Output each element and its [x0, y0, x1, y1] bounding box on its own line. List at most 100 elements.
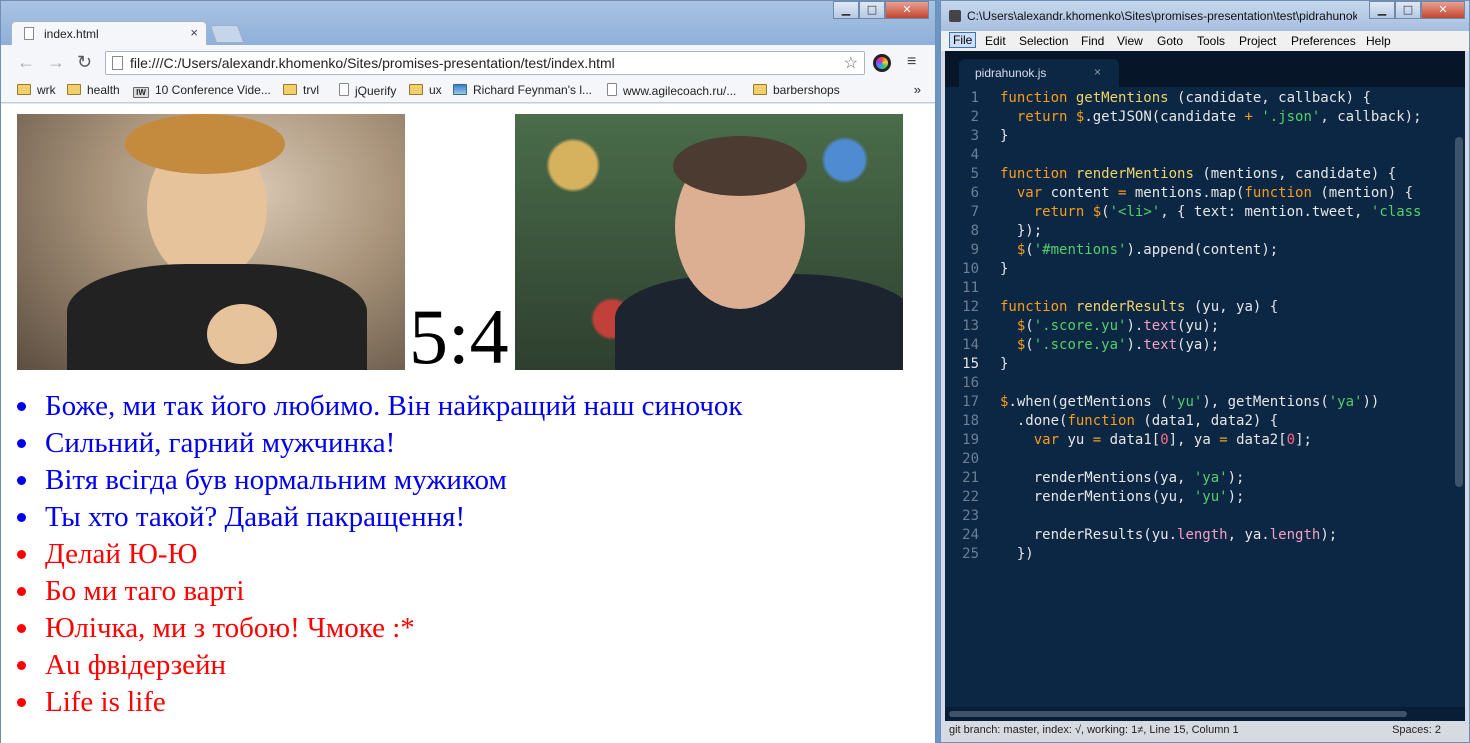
- mention-item: Au фвідерзейн: [17, 647, 743, 684]
- browser-tab[interactable]: index.html ×: [11, 21, 207, 45]
- code-area[interactable]: 1 function getMentions (candidate, callba…: [945, 87, 1465, 707]
- portrait-hair: [673, 136, 807, 196]
- menu-view[interactable]: View: [1117, 34, 1143, 48]
- bookmark-health[interactable]: health: [67, 83, 120, 97]
- mention-item: Бо ми таго варті: [17, 573, 743, 610]
- code-line[interactable]: 23: [945, 507, 1465, 526]
- status-indent[interactable]: Spaces: 2: [1392, 724, 1441, 736]
- menu-help[interactable]: Help: [1366, 34, 1391, 48]
- maximize-button[interactable]: □: [1395, 1, 1421, 19]
- vertical-scrollbar[interactable]: [1455, 137, 1463, 487]
- editor-menubar: File Edit Selection Find View Goto Tools…: [941, 31, 1469, 51]
- menu-find[interactable]: Find: [1081, 34, 1104, 48]
- code-line[interactable]: 22 renderMentions(yu, 'yu');: [945, 488, 1465, 507]
- code-line[interactable]: 12 function renderResults (yu, ya) {: [945, 298, 1465, 317]
- scrollbar-thumb[interactable]: [949, 711, 1407, 717]
- editor-tabbar: pidrahunok.js ×: [945, 51, 1465, 87]
- reload-button[interactable]: ↻: [77, 52, 92, 73]
- bookmark-conference-videos[interactable]: IW 10 Conference Vide...: [133, 83, 271, 98]
- browser-toolbar: ← → ↻ file:///C:/Users/alexandr.khomenko…: [1, 45, 935, 79]
- bookmarks-overflow-chevron[interactable]: »: [914, 82, 921, 97]
- bookmark-trvl[interactable]: trvl: [283, 83, 319, 97]
- menu-file[interactable]: File: [949, 32, 977, 48]
- code-line[interactable]: 6 var content = mentions.map(function (m…: [945, 184, 1465, 203]
- line-number: 16: [962, 375, 979, 391]
- tab-close-icon[interactable]: ×: [190, 25, 198, 40]
- new-tab-button[interactable]: [209, 25, 245, 43]
- code-line[interactable]: 19 var yu = data1[0], ya = data2[0];: [945, 431, 1465, 450]
- code-line[interactable]: 7 return $('<li>', { text: mention.tweet…: [945, 203, 1465, 222]
- url-text: file:///C:/Users/alexandr.khomenko/Sites…: [130, 55, 615, 71]
- browser-menu-icon[interactable]: ≡: [907, 53, 916, 71]
- line-number: 4: [970, 147, 979, 163]
- code-text: function renderMentions (mentions, candi…: [1000, 166, 1397, 182]
- browser-window-controls: ▁ □ ✕: [833, 1, 929, 19]
- code-text: var content = mentions.map(function (men…: [1016, 185, 1414, 201]
- code-text: renderResults(yu.length, ya.length);: [1000, 527, 1338, 543]
- bookmark-wrk[interactable]: wrk: [17, 83, 56, 97]
- menu-goto[interactable]: Goto: [1157, 34, 1183, 48]
- code-text: }: [1000, 128, 1009, 144]
- code-line[interactable]: 24 renderResults(yu.length, ya.length);: [945, 526, 1465, 545]
- tab-title: index.html: [44, 27, 99, 41]
- mention-item: Ты хто такой? Давай пакращення!: [17, 499, 743, 536]
- code-line[interactable]: 4: [945, 146, 1465, 165]
- back-button[interactable]: ←: [17, 52, 35, 73]
- code-line[interactable]: 9 $('#mentions').append(content);: [945, 241, 1465, 260]
- code-line[interactable]: 20: [945, 450, 1465, 469]
- code-line[interactable]: 21 renderMentions(ya, 'ya');: [945, 469, 1465, 488]
- code-line[interactable]: 25 }): [945, 545, 1465, 564]
- file-tab[interactable]: pidrahunok.js ×: [959, 59, 1119, 87]
- code-line[interactable]: 17 $.when(getMentions ('yu'), getMentions…: [945, 393, 1465, 412]
- bookmark-barbershops[interactable]: barbershops: [753, 83, 840, 97]
- minimize-button[interactable]: ▁: [833, 1, 859, 19]
- file-tab-close-icon[interactable]: ×: [1094, 65, 1101, 79]
- code-line[interactable]: 5 function renderMentions (mentions, cand…: [945, 165, 1465, 184]
- minimize-button[interactable]: ▁: [1369, 1, 1395, 19]
- line-number: 11: [962, 280, 979, 296]
- line-number: 8: [970, 223, 979, 239]
- bookmark-jquerify[interactable]: jQuerify: [339, 83, 396, 98]
- browser-window: index.html × ▁ □ ✕ ← → ↻ file:///C:/User…: [0, 0, 936, 743]
- code-line[interactable]: 13 $('.score.yu').text(yu);: [945, 317, 1465, 336]
- extension-icon[interactable]: [873, 54, 891, 72]
- code-line[interactable]: 8 });: [945, 222, 1465, 241]
- bookmark-richard-feynman[interactable]: Richard Feynman's l...: [453, 83, 592, 97]
- close-button[interactable]: ✕: [885, 1, 929, 19]
- bookmark-ux[interactable]: ux: [409, 83, 442, 97]
- mention-item: Боже, ми так його любимо. Він найкращий …: [17, 388, 743, 425]
- line-number: 24: [962, 527, 979, 543]
- bookmark-agilecoach[interactable]: www.agilecoach.ru/...: [607, 83, 736, 98]
- code-line[interactable]: 11: [945, 279, 1465, 298]
- menu-preferences[interactable]: Preferences: [1291, 34, 1356, 48]
- code-line[interactable]: 18 .done(function (data1, data2) {: [945, 412, 1465, 431]
- code-line[interactable]: 3}: [945, 127, 1465, 146]
- file-tab-name: pidrahunok.js: [975, 66, 1047, 80]
- code-line[interactable]: 10}: [945, 260, 1465, 279]
- code-text: $('#mentions').append(content);: [1016, 242, 1279, 258]
- line-number: 2: [970, 109, 979, 125]
- line-number: 23: [962, 508, 979, 524]
- menu-edit[interactable]: Edit: [985, 34, 1006, 48]
- close-button[interactable]: ✕: [1421, 1, 1465, 19]
- code-line[interactable]: 2 return $.getJSON(candidate + '.json', …: [945, 108, 1465, 127]
- line-number: 21: [962, 470, 979, 486]
- menu-selection[interactable]: Selection: [1019, 34, 1068, 48]
- horizontal-scrollbar[interactable]: [945, 707, 1465, 721]
- code-line[interactable]: 16: [945, 374, 1465, 393]
- bookmark-star-icon[interactable]: ☆: [844, 53, 858, 73]
- menu-project[interactable]: Project: [1239, 34, 1276, 48]
- code-text: function getMentions (candidate, callbac…: [1000, 90, 1371, 106]
- bookmark-label: barbershops: [773, 83, 840, 97]
- line-number: 22: [962, 489, 979, 505]
- forward-button[interactable]: →: [47, 52, 65, 73]
- menu-tools[interactable]: Tools: [1197, 34, 1225, 48]
- code-line[interactable]: 15}: [945, 355, 1465, 374]
- bookmark-label: jQuerify: [355, 84, 397, 98]
- code-line[interactable]: 1 function getMentions (candidate, callba…: [945, 89, 1465, 108]
- code-line[interactable]: 14 $('.score.ya').text(ya);: [945, 336, 1465, 355]
- code-text: $.when(getMentions ('yu'), getMentions('…: [1000, 394, 1380, 410]
- code-text: return $.getJSON(candidate + '.json', ca…: [1016, 109, 1422, 125]
- maximize-button[interactable]: □: [859, 1, 885, 19]
- address-bar[interactable]: file:///C:/Users/alexandr.khomenko/Sites…: [105, 51, 865, 75]
